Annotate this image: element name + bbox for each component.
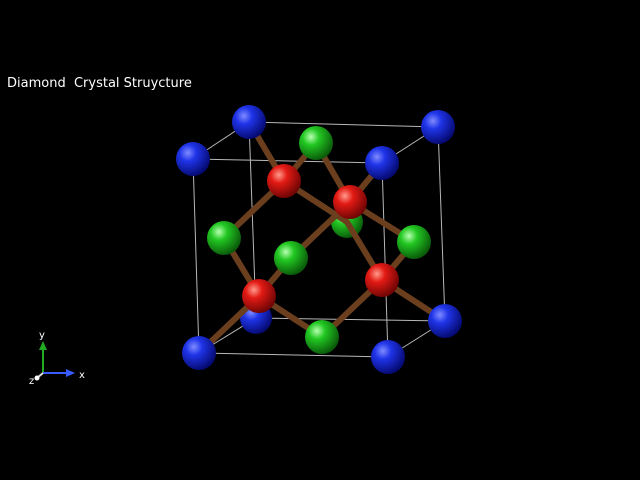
tetrahedral-atom-a[interactable] <box>267 164 301 198</box>
face-center-atom-left[interactable] <box>207 221 241 255</box>
tetrahedral-atom-b[interactable] <box>333 185 367 219</box>
crystal-scene[interactable]: y x z <box>0 0 640 480</box>
y-axis-label: y <box>39 330 45 341</box>
face-center-atom-front[interactable] <box>274 241 308 275</box>
axis-triad: y x z <box>29 330 85 387</box>
3d-viewport[interactable]: Diamond Crystal Struycture y x z <box>0 0 640 480</box>
corner-atom-back-top-right[interactable] <box>421 110 455 144</box>
corner-atom-front-bottom-left[interactable] <box>182 336 216 370</box>
corner-atom-front-bottom-right[interactable] <box>371 340 405 374</box>
tetrahedral-atom-c[interactable] <box>242 279 276 313</box>
tetrahedral-atom-d[interactable] <box>365 263 399 297</box>
corner-atom-front-top-right[interactable] <box>365 146 399 180</box>
y-axis-arrow-icon <box>39 341 47 350</box>
face-center-atom-right[interactable] <box>397 225 431 259</box>
face-center-atom-bottom[interactable] <box>305 320 339 354</box>
z-axis-arrow-icon <box>34 375 40 381</box>
x-axis-label: x <box>79 370 85 381</box>
z-axis-label: z <box>29 376 34 387</box>
corner-atom-back-bottom-right[interactable] <box>428 304 462 338</box>
face-center-atom-top[interactable] <box>299 126 333 160</box>
corner-atom-back-top-left[interactable] <box>232 105 266 139</box>
corner-atom-front-top-left[interactable] <box>176 142 210 176</box>
x-axis-arrow-icon <box>66 369 75 377</box>
